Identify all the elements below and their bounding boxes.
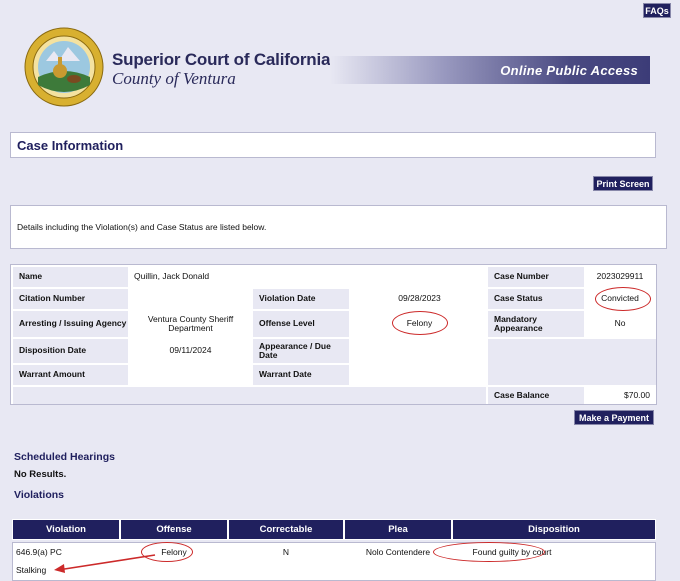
column-header-correctable: Correctable	[228, 519, 344, 540]
california-seal-logo	[24, 27, 104, 107]
mandatory-appearance-value: No	[584, 311, 656, 337]
violations-heading: Violations	[14, 489, 64, 501]
page-title: Case Information	[17, 137, 124, 153]
stalking-annotation-arrow	[54, 554, 156, 573]
disposition-date-label: Disposition Date	[13, 339, 128, 363]
warrant-amount-value	[128, 365, 253, 385]
online-public-access-banner: Online Public Access	[330, 56, 650, 84]
column-header-violation: Violation	[12, 519, 120, 540]
case-details-panel: Name Quillin, Jack Donald Citation Numbe…	[10, 264, 657, 405]
no-results-text: No Results.	[14, 469, 67, 480]
case-status-label: Case Status	[488, 289, 584, 309]
arresting-agency-value: Ventura County Sheriff Department	[128, 311, 253, 337]
name-label: Name	[13, 267, 128, 287]
arresting-agency-label: Arresting / Issuing Agency	[13, 311, 128, 337]
disposition-date-value: 09/11/2024	[128, 339, 253, 363]
warrant-amount-label: Warrant Amount	[13, 365, 128, 385]
details-description: Details including the Violation(s) and C…	[10, 205, 667, 249]
mandatory-appearance-label: Mandatory Appearance	[488, 311, 584, 337]
details-text: Details including the Violation(s) and C…	[17, 222, 267, 232]
column-header-offense: Offense	[120, 519, 228, 540]
offense-level-label: Offense Level	[253, 311, 349, 337]
faqs-link[interactable]: FAQs	[643, 3, 671, 18]
citation-number-label: Citation Number	[13, 289, 128, 309]
column-header-disposition: Disposition	[452, 519, 656, 540]
case-balance-label: Case Balance	[488, 387, 584, 404]
appearance-due-date-label: Appearance / Due Date	[253, 339, 349, 363]
warrant-date-value	[351, 365, 488, 385]
case-balance-value: $70.00	[584, 387, 656, 404]
violation-date-label: Violation Date	[253, 289, 349, 309]
scheduled-hearings-heading: Scheduled Hearings	[14, 451, 115, 463]
court-subtitle: County of Ventura	[112, 69, 236, 88]
offense-level-annotation-circle	[392, 311, 448, 335]
case-information-header: Case Information	[10, 132, 656, 158]
court-title: Superior Court of California	[112, 50, 331, 69]
empty-row	[13, 387, 486, 404]
banner-text: Online Public Access	[500, 62, 638, 78]
case-number-value: 2023029911	[584, 267, 656, 287]
make-payment-button[interactable]: Make a Payment	[574, 410, 654, 425]
empty-cell	[488, 339, 656, 385]
print-screen-button[interactable]: Print Screen	[593, 176, 653, 191]
appearance-due-date-value	[351, 339, 488, 363]
violation-date-value: 09/28/2023	[351, 289, 488, 309]
column-header-plea: Plea	[344, 519, 452, 540]
disposition-annotation-circle	[433, 542, 545, 562]
warrant-date-label: Warrant Date	[253, 365, 349, 385]
case-number-label: Case Number	[488, 267, 584, 287]
correctable-cell: N	[228, 543, 344, 560]
citation-number-value	[128, 289, 253, 309]
name-value: Quillin, Jack Donald	[128, 267, 488, 287]
case-status-annotation-circle	[595, 287, 651, 311]
